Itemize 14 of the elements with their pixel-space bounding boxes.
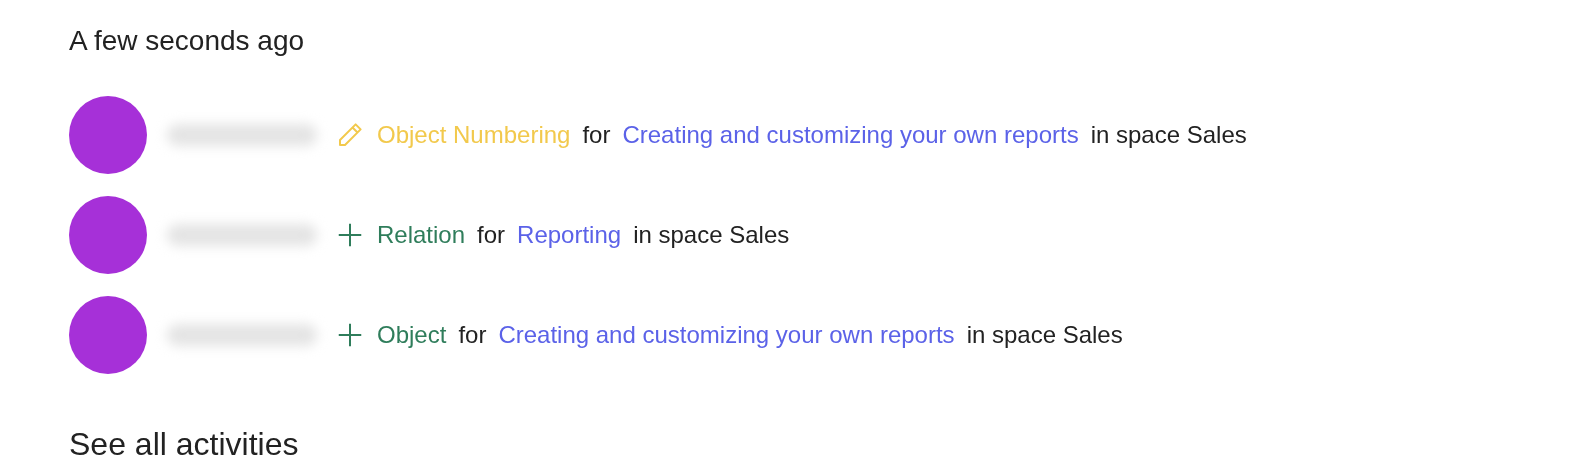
space-label: in space Sales <box>633 220 790 250</box>
space-label: in space Sales <box>1090 120 1247 150</box>
object-type-label: Object <box>377 320 447 350</box>
space-label: in space Sales <box>966 320 1123 350</box>
for-label: for <box>582 120 611 150</box>
page-link[interactable]: Creating and customizing your own reports <box>622 117 1079 153</box>
page-link[interactable]: Reporting <box>517 217 622 253</box>
page-link[interactable]: Creating and customizing your own reports <box>498 317 955 353</box>
for-label: for <box>477 220 506 250</box>
object-type-label: Object Numbering <box>377 120 571 150</box>
for-label: for <box>458 320 487 350</box>
object-type-label: Relation <box>377 220 466 250</box>
section-heading: A few seconds ago <box>69 24 306 58</box>
see-all-link[interactable]: See all activities <box>69 424 1570 464</box>
